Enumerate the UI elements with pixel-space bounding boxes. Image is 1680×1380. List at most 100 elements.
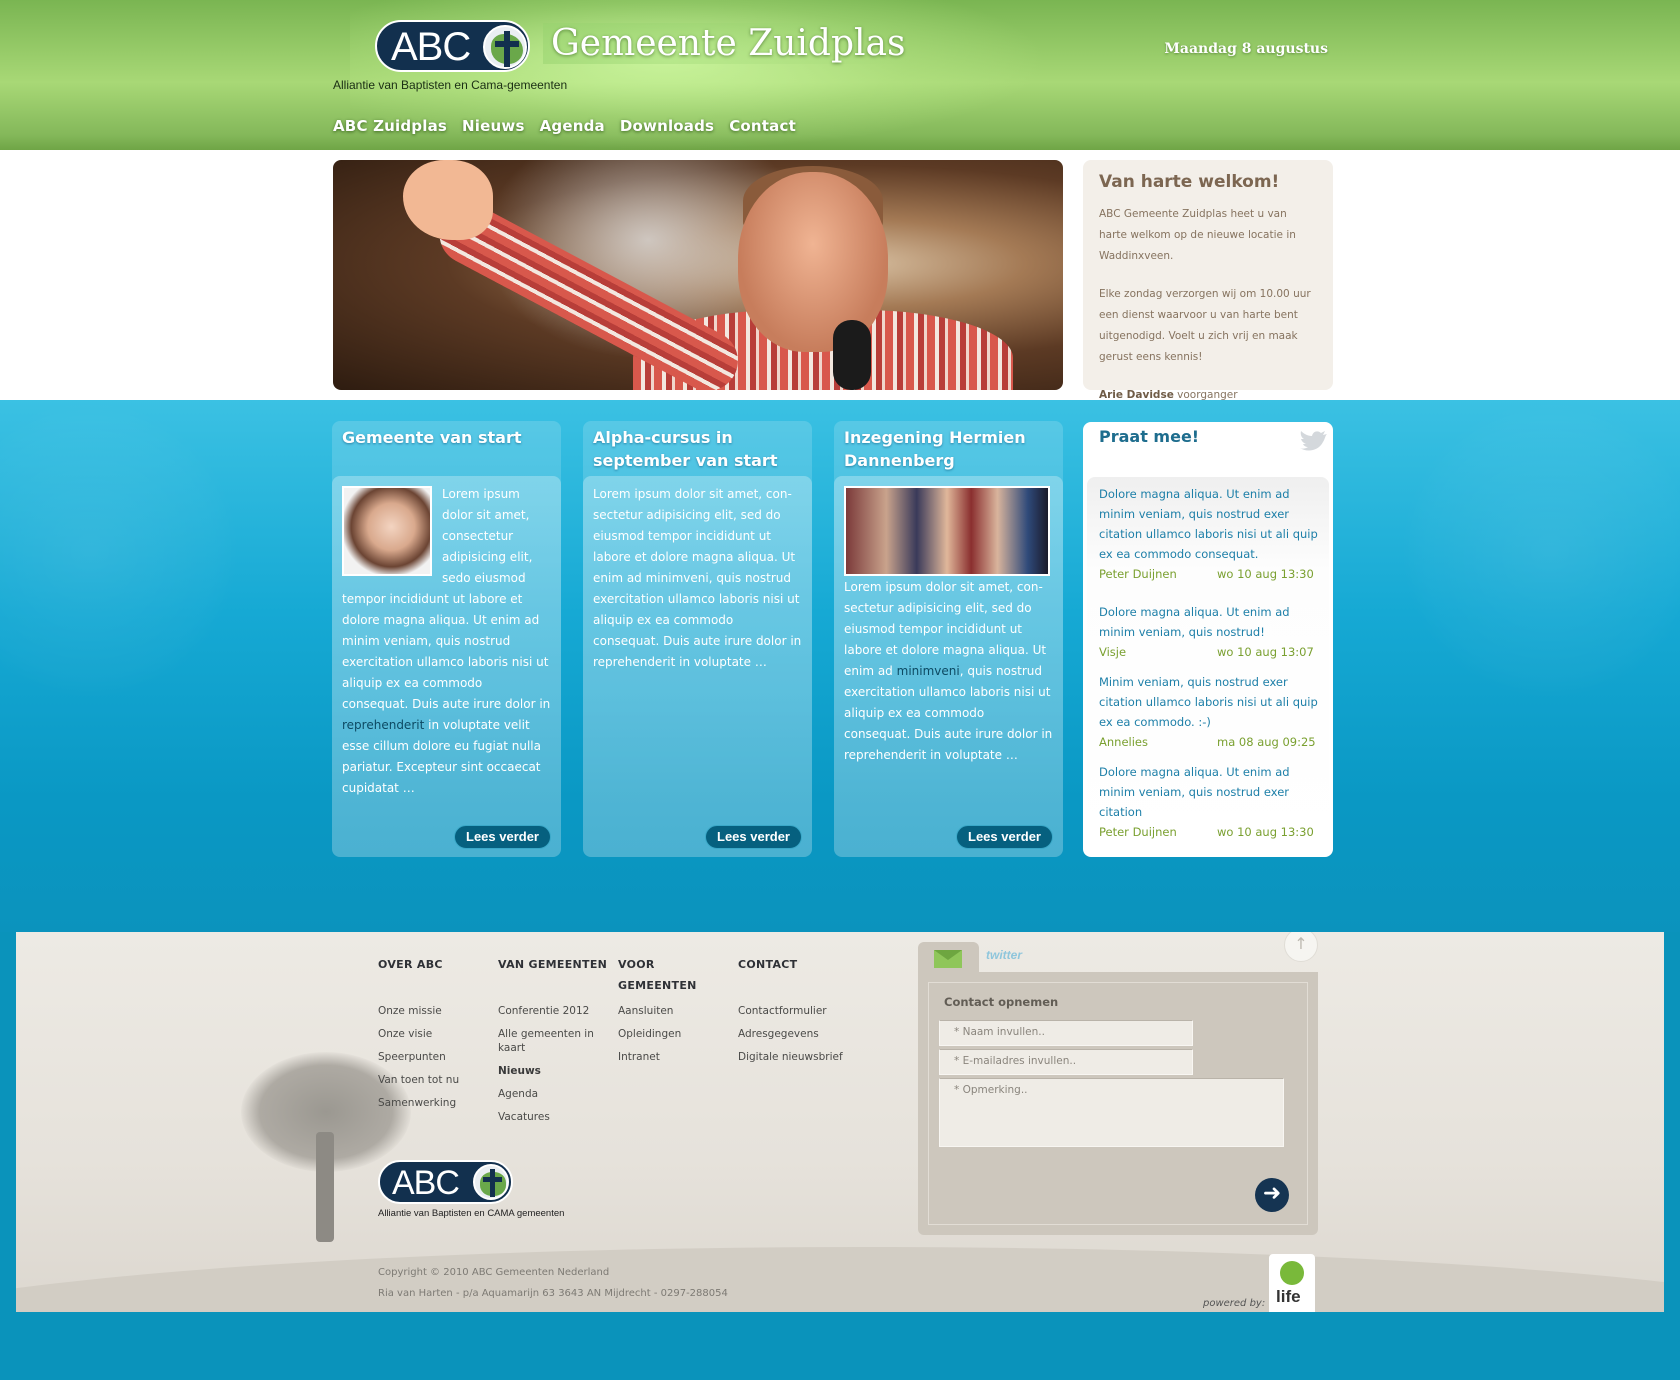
arrow-up-icon: ↑ (1294, 934, 1308, 953)
footer-column: VAN GEMEENTEN Conferentie 2012 Alle geme… (498, 954, 608, 1133)
footer-link-active[interactable]: Nieuws (498, 1064, 608, 1078)
card-title[interactable]: Alpha-cursus in september van start (593, 426, 808, 472)
footer-logo-tagline: Alliantie van Baptisten en CAMA gemeente… (378, 1208, 565, 1219)
leaf-icon (1280, 1261, 1304, 1285)
site-footer: ↑ OVER ABC Onze missie Onze visie Speerp… (16, 932, 1664, 1312)
card-title[interactable]: Inzegening Hermien Dannenberg (844, 426, 1059, 472)
contact-form: Contact opnemen * Naam invullen.. * E-ma… (928, 982, 1308, 1225)
tab-contact[interactable] (918, 942, 979, 974)
address-text: Ria van Harten - p/a Aquamarijn 63 3643 … (378, 1288, 728, 1299)
nav-item-contact[interactable]: Contact (729, 117, 796, 135)
footer-column: CONTACT Contactformulier Adresgegevens D… (738, 954, 868, 1073)
nav-item-abc-zuidplas[interactable]: ABC Zuidplas (333, 117, 447, 135)
powered-by-label: powered by: (1203, 1298, 1266, 1309)
footer-link[interactable]: Opleidingen (618, 1027, 728, 1041)
footer-link[interactable]: Speerpunten (378, 1050, 488, 1064)
tweet-author: Visje (1099, 645, 1127, 659)
tweet-meta: Peter Duijnen wo 10 aug 13:30 (1099, 822, 1324, 842)
tweet-item[interactable]: Dolore magna aliqua. Ut enim ad minim ve… (1099, 762, 1324, 842)
footer-column: OVER ABC Onze missie Onze visie Speerpun… (378, 954, 488, 1119)
tweet-time: wo 10 aug 13:30 (1217, 825, 1314, 839)
life-logo-text: life (1276, 1287, 1301, 1306)
tweet-item[interactable]: Minim veniam, quis nostrud exer citation… (1099, 672, 1324, 752)
footer-link[interactable]: Van toen tot nu (378, 1073, 488, 1087)
footer-column-title: CONTACT (738, 958, 798, 971)
read-more-button[interactable]: Lees verder (454, 825, 551, 849)
tab-twitter[interactable]: twitter (986, 948, 1022, 962)
widget-title: Praat mee! (1099, 427, 1200, 446)
footer-link[interactable]: Intranet (618, 1050, 728, 1064)
tweet-message: Dolore magna aliqua. Ut enim ad minim ve… (1099, 765, 1290, 819)
tweet-meta: Peter Duijnen wo 10 aug 13:30 (1099, 564, 1324, 584)
contact-form-title: Contact opnemen (944, 995, 1059, 1009)
card-inline-link[interactable]: minimveni (897, 664, 960, 678)
logo-text: ABC (391, 25, 471, 69)
nav-item-agenda[interactable]: Agenda (540, 117, 605, 135)
tweet-message: Dolore magna aliqua. Ut enim ad minim ve… (1099, 605, 1290, 639)
tweet-time: ma 08 aug 09:25 (1217, 735, 1316, 749)
footer-column-title: OVER ABC (378, 958, 443, 971)
site-header: ABC Gemeente Zuidplas Alliantie van Bapt… (0, 0, 1680, 150)
twitter-bird-icon (1300, 431, 1327, 451)
nav-item-downloads[interactable]: Downloads (620, 117, 714, 135)
footer-link[interactable]: Onze missie (378, 1004, 488, 1018)
tweet-time: wo 10 aug 13:07 (1217, 645, 1314, 659)
tweet-item[interactable]: Dolore magna aliqua. Ut enim ad minim ve… (1099, 484, 1324, 584)
footer-link[interactable]: Aansluiten (618, 1004, 728, 1018)
card-text-part: , quis nostrud exercitation ullamco labo… (844, 664, 1053, 762)
footer-link[interactable]: Digitale nieuwsbrief (738, 1050, 868, 1064)
tweet-list: Dolore magna aliqua. Ut enim ad minim ve… (1087, 477, 1329, 847)
footer-link[interactable]: Onze visie (378, 1027, 488, 1041)
card-body: Lorem ipsum dolor sit amet, con-sectetur… (583, 476, 812, 857)
footer-link[interactable]: Agenda (498, 1087, 608, 1101)
card-text: Lorem ipsum dolor sit amet, con-sectetur… (593, 487, 802, 669)
news-card: Alpha-cursus in september van start Lore… (583, 421, 812, 857)
footer-link[interactable]: Contactformulier (738, 1004, 868, 1018)
news-card: Inzegening Hermien Dannenberg Lorem ipsu… (834, 421, 1063, 857)
read-more-button[interactable]: Lees verder (705, 825, 802, 849)
footer-column: VOOR GEMEENTEN Aansluiten Opleidingen In… (618, 954, 728, 1073)
footer-link[interactable]: Conferentie 2012 (498, 1004, 608, 1018)
twitter-widget: Praat mee! Dolore magna aliqua. Ut enim … (1083, 422, 1333, 857)
hero-image (333, 160, 1063, 390)
envelope-icon (934, 950, 962, 968)
footer-link[interactable]: Alle gemeenten in kaart (498, 1027, 608, 1055)
site-tagline: Alliantie van Baptisten en Cama-gemeente… (333, 78, 568, 92)
tweet-message: Minim veniam, quis nostrud exer citation… (1099, 675, 1318, 729)
copyright-block: Copyright © 2010 ABC Gemeenten Nederland… (378, 1262, 728, 1304)
name-input[interactable]: * Naam invullen.. (939, 1020, 1193, 1046)
footer-link[interactable]: Vacatures (498, 1110, 608, 1124)
footer-column-title: VAN GEMEENTEN (498, 958, 608, 971)
footer-logo[interactable]: ABC (378, 1160, 513, 1204)
globe-cross-icon (483, 25, 527, 69)
send-button[interactable]: ➜ (1255, 1178, 1289, 1212)
life-logo[interactable]: life (1269, 1254, 1315, 1312)
card-body: Lorem ipsum dolor sit amet, consectetur … (332, 476, 561, 857)
background-ornament (1400, 400, 1680, 700)
email-input[interactable]: * E-mailadres invullen.. (939, 1049, 1193, 1075)
current-date: Maandag 8 augustus (1164, 41, 1328, 57)
nav-item-nieuws[interactable]: Nieuws (462, 117, 525, 135)
tweet-author: Peter Duijnen (1099, 825, 1177, 839)
news-card: Gemeente van start Lorem ipsum dolor sit… (332, 421, 561, 857)
card-title[interactable]: Gemeente van start (342, 426, 557, 449)
card-text: Lorem ipsum dolor sit amet, consectetur … (342, 484, 552, 799)
logo-pill: ABC (375, 20, 530, 72)
site-title: Gemeente Zuidplas (543, 23, 914, 64)
tweet-time: wo 10 aug 13:30 (1217, 567, 1314, 581)
welcome-box: Van harte welkom! ABC Gemeente Zuidplas … (1083, 160, 1333, 401)
tweet-author: Peter Duijnen (1099, 567, 1177, 581)
card-inline-link[interactable]: reprehenderit (342, 718, 424, 732)
footer-link[interactable]: Adresgegevens (738, 1027, 868, 1041)
tweet-meta: Annelies ma 08 aug 09:25 (1099, 732, 1324, 752)
card-thumbnail[interactable] (844, 486, 1050, 576)
globe-cross-icon (473, 1164, 509, 1200)
site-logo[interactable]: ABC Gemeente Zuidplas (375, 20, 975, 72)
tweet-item[interactable]: Dolore magna aliqua. Ut enim ad minim ve… (1099, 602, 1324, 662)
remark-textarea[interactable]: * Opmerking.. (939, 1078, 1284, 1147)
read-more-button[interactable]: Lees verder (956, 825, 1053, 849)
tweet-author: Annelies (1099, 735, 1148, 749)
card-text: Lorem ipsum dolor sit amet, con-sectetur… (844, 577, 1054, 766)
scroll-top-button[interactable]: ↑ (1284, 932, 1318, 962)
footer-link[interactable]: Samenwerking (378, 1096, 488, 1110)
